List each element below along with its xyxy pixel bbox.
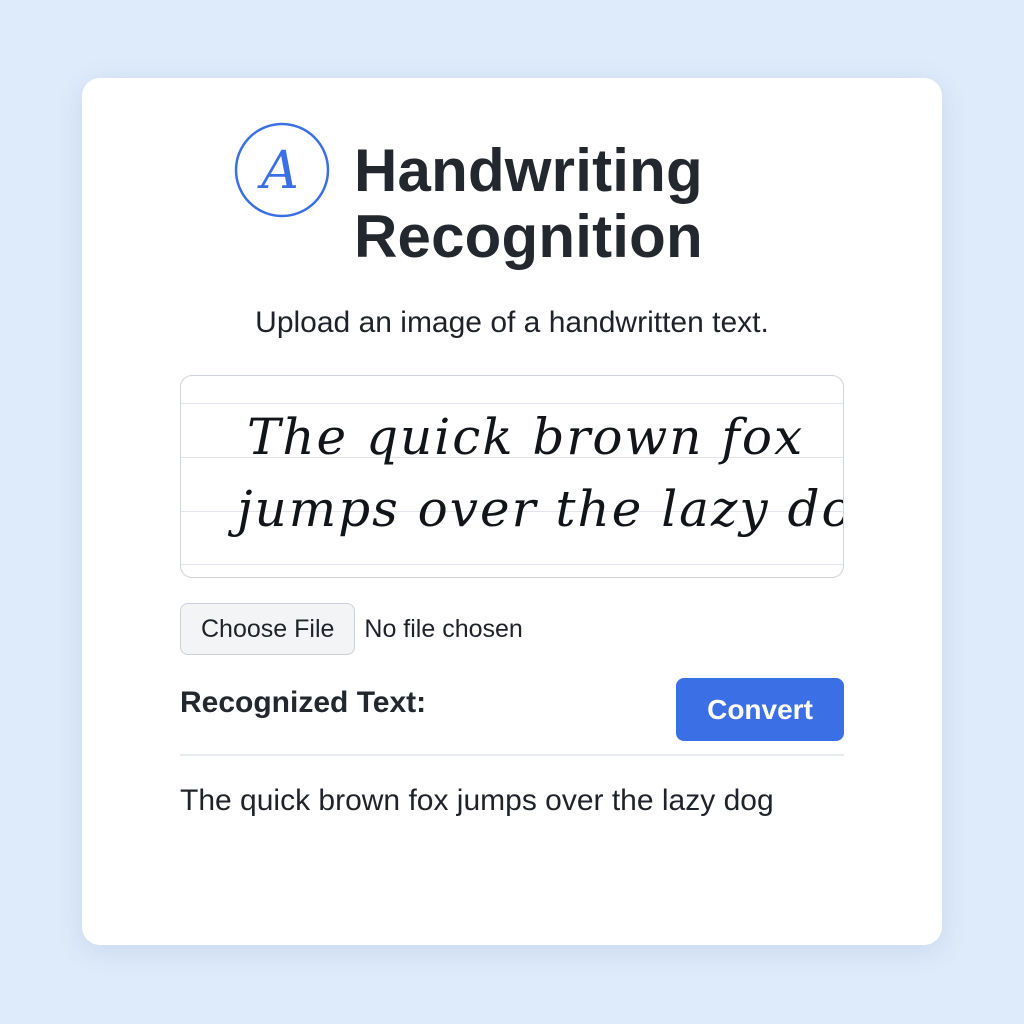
file-status-text: No file chosen	[364, 614, 523, 643]
handwritten-line-1: The quick brown fox	[247, 408, 804, 466]
convert-button[interactable]: Convert	[676, 678, 844, 741]
file-input: Choose File No file chosen	[180, 602, 523, 656]
handwriting-preview-image: The quick brown fox jumps over the lazy …	[180, 375, 844, 578]
divider	[180, 754, 844, 756]
title-line-1: Handwriting	[354, 137, 703, 204]
title-line-2: Recognition	[354, 203, 703, 270]
page-title: Handwriting Recognition	[354, 138, 703, 270]
recognized-text-label: Recognized Text:	[180, 686, 427, 719]
upload-instruction: Upload an image of a handwritten text.	[255, 306, 769, 339]
choose-file-button[interactable]: Choose File	[180, 603, 356, 655]
handwriting-logo-icon: A	[234, 122, 330, 218]
logo-letter: A	[257, 141, 299, 201]
handwritten-sample: The quick brown fox jumps over the lazy …	[227, 408, 843, 538]
recognized-text-output: The quick brown fox jumps over the lazy …	[180, 784, 774, 817]
handwritten-line-2: jumps over the lazy dog	[227, 480, 843, 538]
main-card: A Handwriting Recognition Upload an imag…	[82, 78, 942, 945]
